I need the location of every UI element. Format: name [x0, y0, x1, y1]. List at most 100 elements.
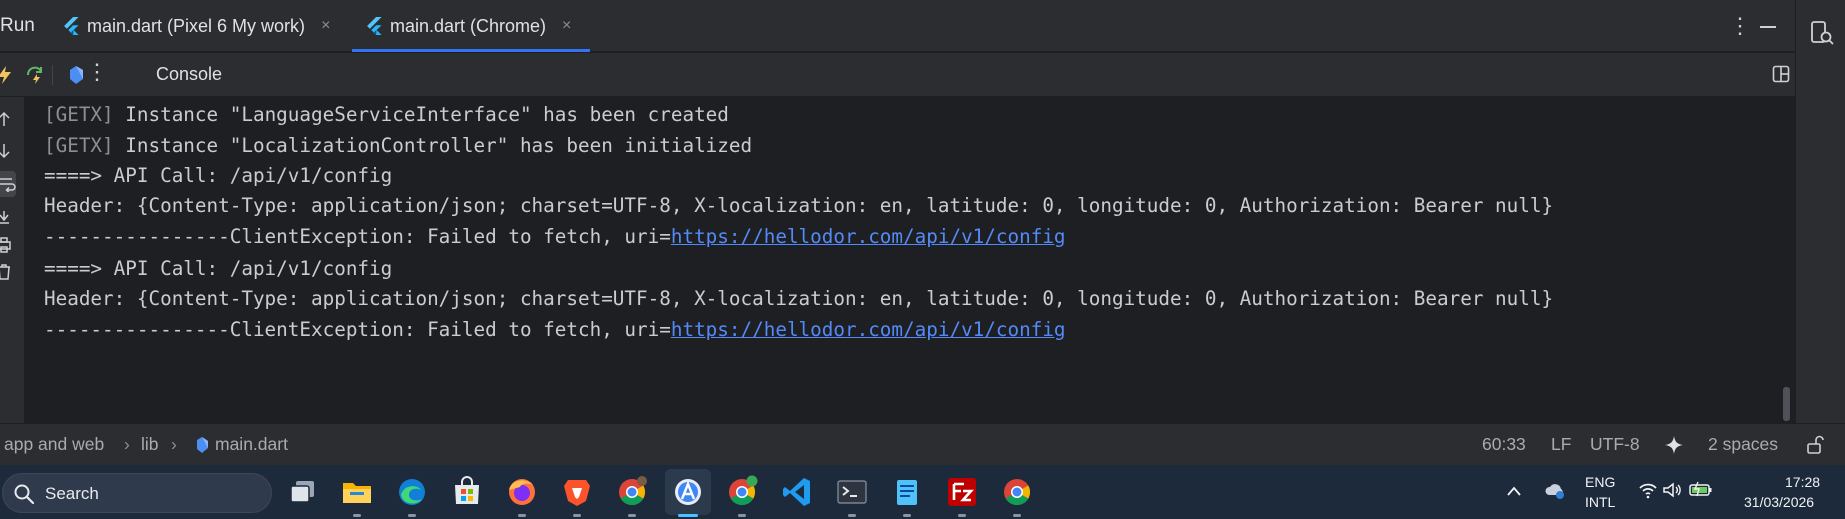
wifi-icon[interactable]: [1638, 481, 1658, 499]
onedrive-cloud-icon[interactable]: [1544, 481, 1566, 501]
hot-restart-icon[interactable]: [24, 64, 46, 86]
running-indicator: [408, 514, 416, 517]
tab-close-icon[interactable]: ×: [321, 17, 330, 35]
running-indicator: [518, 514, 526, 517]
scroll-down-icon[interactable]: [0, 143, 16, 159]
tab-main-dart-pixel6[interactable]: main.dart (Pixel 6 My work) ×: [64, 0, 330, 52]
soft-wrap-icon[interactable]: [0, 176, 16, 192]
windows-taskbar: Search ENG INTL 17:28 31/03/2026: [0, 465, 1845, 519]
console-line: Header: {Content-Type: application/json;…: [44, 287, 1553, 310]
caret-position[interactable]: 60:33: [1482, 434, 1526, 455]
active-app-indicator: [678, 514, 698, 517]
clock-time[interactable]: 17:28: [1785, 474, 1820, 490]
running-indicator: [353, 514, 361, 517]
more-options-icon[interactable]: ⋮: [1729, 13, 1751, 39]
running-indicator: [848, 514, 856, 517]
breadcrumb-project[interactable]: app and web: [4, 434, 104, 455]
run-tool-window-header: Run main.dart (Pixel 6 My work) × main.d…: [0, 0, 1795, 52]
log-text: ----------------ClientException: Failed …: [44, 318, 671, 341]
active-tab-indicator: [352, 49, 590, 52]
console-output[interactable]: [GETX] Instance "LanguageServiceInterfac…: [24, 97, 1795, 423]
clock-date[interactable]: 31/03/2026: [1744, 494, 1814, 510]
log-text: Header: {Content-Type: application/json;…: [44, 194, 1554, 217]
edge-browser-icon[interactable]: [395, 475, 429, 509]
running-indicator: [738, 514, 746, 517]
console-line: Header: {Content-Type: application/json;…: [44, 194, 1553, 217]
status-bar: app and web › lib › main.dart 60:33 LF U…: [0, 423, 1845, 465]
indent-settings[interactable]: 2 spaces: [1708, 434, 1778, 455]
ai-assistant-sparkle-icon[interactable]: [1664, 435, 1684, 455]
config-url-link[interactable]: https://hellodor.com/api/v1/config: [671, 225, 1066, 248]
input-language-bottom[interactable]: INTL: [1585, 494, 1615, 510]
android-studio-icon[interactable]: [671, 475, 705, 509]
flutter-icon: [367, 17, 382, 35]
show-hidden-icons-chevron-icon[interactable]: [1506, 485, 1522, 497]
tab-close-icon[interactable]: ×: [562, 17, 571, 35]
scroll-to-end-icon[interactable]: [0, 209, 16, 225]
console-side-toolbar: [0, 97, 24, 423]
chrome-dev-icon[interactable]: [725, 475, 759, 509]
console-line: [GETX] Instance "LocalizationController"…: [44, 134, 752, 157]
chrome-profile-icon[interactable]: [615, 475, 649, 509]
breadcrumb-file[interactable]: main.dart: [215, 434, 288, 455]
more-options-icon[interactable]: ⋮: [86, 59, 108, 84]
dart-file-icon: [197, 437, 208, 453]
log-text: Instance "LanguageServiceInterface" has …: [113, 103, 729, 126]
file-lock-icon[interactable]: [1806, 435, 1824, 455]
config-url-link[interactable]: https://hellodor.com/api/v1/config: [671, 318, 1066, 341]
vscode-icon[interactable]: [780, 475, 814, 509]
scroll-up-icon[interactable]: [0, 111, 16, 127]
microsoft-store-icon[interactable]: [450, 475, 484, 509]
toolbar-separator: [52, 65, 53, 85]
run-window-title: Run: [0, 15, 35, 36]
device-manager-icon[interactable]: [1810, 20, 1834, 46]
running-indicator: [958, 514, 966, 517]
vertical-scrollbar[interactable]: [1783, 387, 1790, 421]
run-toolbar: ⋮ Console: [0, 53, 1795, 97]
file-encoding[interactable]: UTF-8: [1590, 434, 1640, 455]
breadcrumb-separator: ›: [171, 434, 177, 454]
right-tool-strip: [1795, 0, 1845, 465]
console-line: [GETX] Instance "LanguageServiceInterfac…: [44, 103, 729, 126]
task-view-icon[interactable]: [286, 475, 320, 509]
console-line: ====> API Call: /api/v1/config: [44, 257, 392, 280]
search-placeholder: Search: [45, 484, 99, 503]
console-tab[interactable]: Console: [156, 64, 222, 85]
tab-main-dart-chrome[interactable]: main.dart (Chrome) ×: [367, 0, 571, 52]
running-indicator: [1013, 514, 1021, 517]
input-language-top[interactable]: ENG: [1585, 474, 1615, 490]
tab-label: main.dart (Pixel 6 My work): [87, 15, 306, 36]
clear-all-trash-icon[interactable]: [0, 264, 16, 280]
search-icon: [14, 484, 35, 505]
console-line: ----------------ClientException: Failed …: [44, 225, 1066, 248]
battery-charging-icon[interactable]: [1688, 479, 1714, 499]
breadcrumb-lib[interactable]: lib: [141, 434, 159, 455]
log-text: ====> API Call: /api/v1/config: [44, 164, 393, 187]
hot-reload-icon[interactable]: [0, 64, 16, 86]
notepad-icon[interactable]: [890, 475, 924, 509]
minimize-icon[interactable]: [1760, 26, 1776, 28]
console-line: ----------------ClientException: Failed …: [44, 318, 1066, 341]
dart-devtools-icon[interactable]: [65, 64, 87, 86]
brave-browser-icon[interactable]: [560, 475, 594, 509]
log-text: Header: {Content-Type: application/json;…: [44, 287, 1554, 310]
print-icon[interactable]: [0, 237, 16, 253]
chrome-icon[interactable]: [1000, 475, 1034, 509]
firefox-icon[interactable]: [505, 475, 539, 509]
console-line: ====> API Call: /api/v1/config: [44, 164, 392, 187]
log-tag: [GETX]: [44, 103, 114, 126]
tab-label: main.dart (Chrome): [390, 15, 547, 36]
file-explorer-icon[interactable]: [340, 475, 374, 509]
line-separator[interactable]: LF: [1551, 434, 1571, 455]
filezilla-icon[interactable]: [945, 475, 979, 509]
volume-icon[interactable]: [1662, 481, 1682, 499]
terminal-icon[interactable]: [835, 475, 869, 509]
log-text: Instance "LocalizationController" has be…: [113, 134, 753, 157]
breadcrumb-separator: ›: [124, 434, 130, 454]
log-text: ====> API Call: /api/v1/config: [44, 257, 393, 280]
flutter-icon: [64, 17, 79, 35]
taskbar-search-box[interactable]: Search: [2, 473, 272, 513]
layout-toggle-icon[interactable]: [1772, 65, 1790, 83]
running-indicator: [903, 514, 911, 517]
log-tag: [GETX]: [44, 134, 114, 157]
